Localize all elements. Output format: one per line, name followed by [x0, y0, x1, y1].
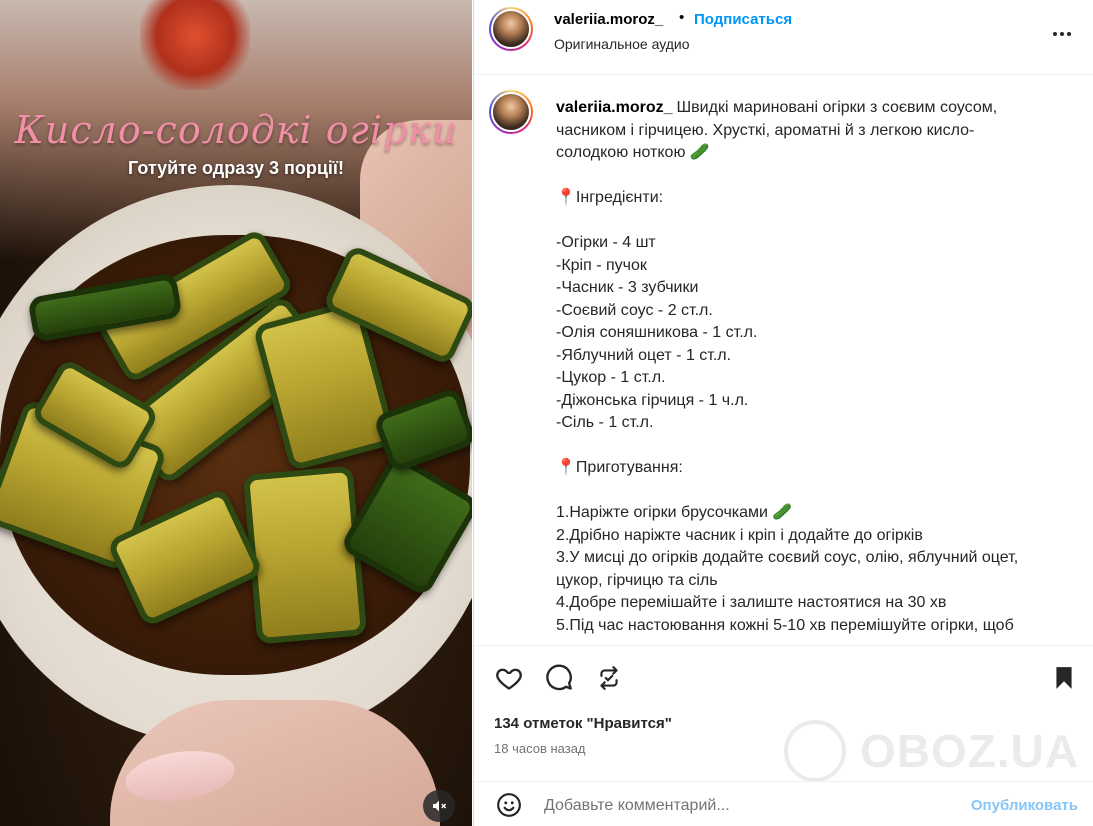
ingredient-line: -Огірки - 4 шт [556, 234, 656, 251]
comment-input[interactable] [544, 795, 934, 817]
ingredients-heading: 📍Інгредієнти: [556, 189, 664, 206]
ingredient-line: -Соєвий соус - 2 ст.л. [556, 301, 713, 319]
comment-button[interactable] [544, 663, 574, 693]
caption-area[interactable]: valeriia.moroz_ Швидкі мариновані огірки … [474, 76, 1093, 646]
step-line: 2.Дрібно наріжте часник і кріп і додайте… [556, 526, 923, 544]
repost-icon [600, 666, 618, 690]
cucumber-piece [242, 465, 368, 645]
caption-username[interactable]: valeriia.moroz_ [556, 99, 673, 116]
step-line: 3.У мисці до огірків додайте соєвий соус… [556, 549, 1019, 589]
volume-muted-icon [433, 800, 447, 812]
post-header: valeriia.moroz_ • Подписаться Оригинальн… [474, 0, 1093, 75]
watermark: OBOZ.UA [784, 716, 1084, 786]
caption-text: valeriia.moroz_ Швидкі мариновані огірки … [556, 97, 1036, 637]
post-media[interactable]: Кисло-солодкі огірки Готуйте одразу 3 по… [0, 0, 472, 826]
ingredient-line: -Яблучний оцет - 1 ст.л. [556, 346, 732, 364]
ingredient-line: -Сіль - 1 ст.л. [556, 414, 654, 431]
globe-icon [784, 720, 846, 782]
mute-button[interactable] [423, 790, 455, 822]
ingredient-line: -Часник - 3 зубчики [556, 279, 699, 296]
bookmark-icon [1056, 667, 1072, 689]
watermark-text: OBOZ.UA [860, 725, 1080, 777]
more-options-button[interactable] [1050, 22, 1074, 46]
comment-bar: Опубликовать [474, 781, 1093, 826]
media-subtitle: Готуйте одразу 3 порції! [128, 158, 344, 178]
steps-heading: 📍Приготування: [556, 459, 683, 476]
step-line: 5.Під час настоювання кожні 5-10 хв пере… [556, 616, 1014, 634]
follow-button[interactable]: Подписаться [694, 11, 792, 28]
ingredient-line: -Цукор - 1 ст.л. [556, 369, 666, 386]
like-button[interactable] [494, 663, 524, 693]
publish-button[interactable]: Опубликовать [971, 797, 1078, 814]
smiley-icon [497, 793, 521, 817]
post-time[interactable]: 18 часов назад [494, 741, 586, 756]
emoji-button[interactable] [494, 790, 524, 820]
more-horizontal-icon [1053, 32, 1071, 36]
ingredient-line: -Кріп - пучок [556, 256, 647, 274]
post-sidebar: valeriia.moroz_ • Подписаться Оригинальн… [473, 0, 1093, 826]
avatar[interactable] [489, 7, 533, 51]
likes-count[interactable]: 134 отметок "Нравится" [494, 715, 672, 732]
avatar[interactable] [489, 90, 533, 134]
audio-link[interactable]: Оригинальное аудио [554, 36, 690, 52]
step-line: 4.Добре перемішайте і залиште настоятися… [556, 594, 947, 611]
repost-button[interactable] [594, 663, 624, 693]
media-background-light [140, 0, 250, 90]
post-actions: OBOZ.UA 134 отметок "Нравится" 18 часов … [474, 645, 1093, 825]
heart-icon [496, 668, 522, 690]
comment-icon [546, 664, 572, 691]
media-title: Кисло-солодкі огірки [14, 108, 458, 152]
ingredient-line: -Олія соняшникова - 1 ст.л. [556, 324, 758, 341]
header-username[interactable]: valeriia.moroz_ [554, 11, 663, 28]
save-button[interactable] [1049, 663, 1079, 693]
ingredient-line: -Діжонська гірчиця - 1 ч.л. [556, 391, 749, 409]
step-line: 1.Наріжте огірки брусочками 🥒 [556, 504, 793, 521]
separator-dot: • [679, 9, 685, 26]
